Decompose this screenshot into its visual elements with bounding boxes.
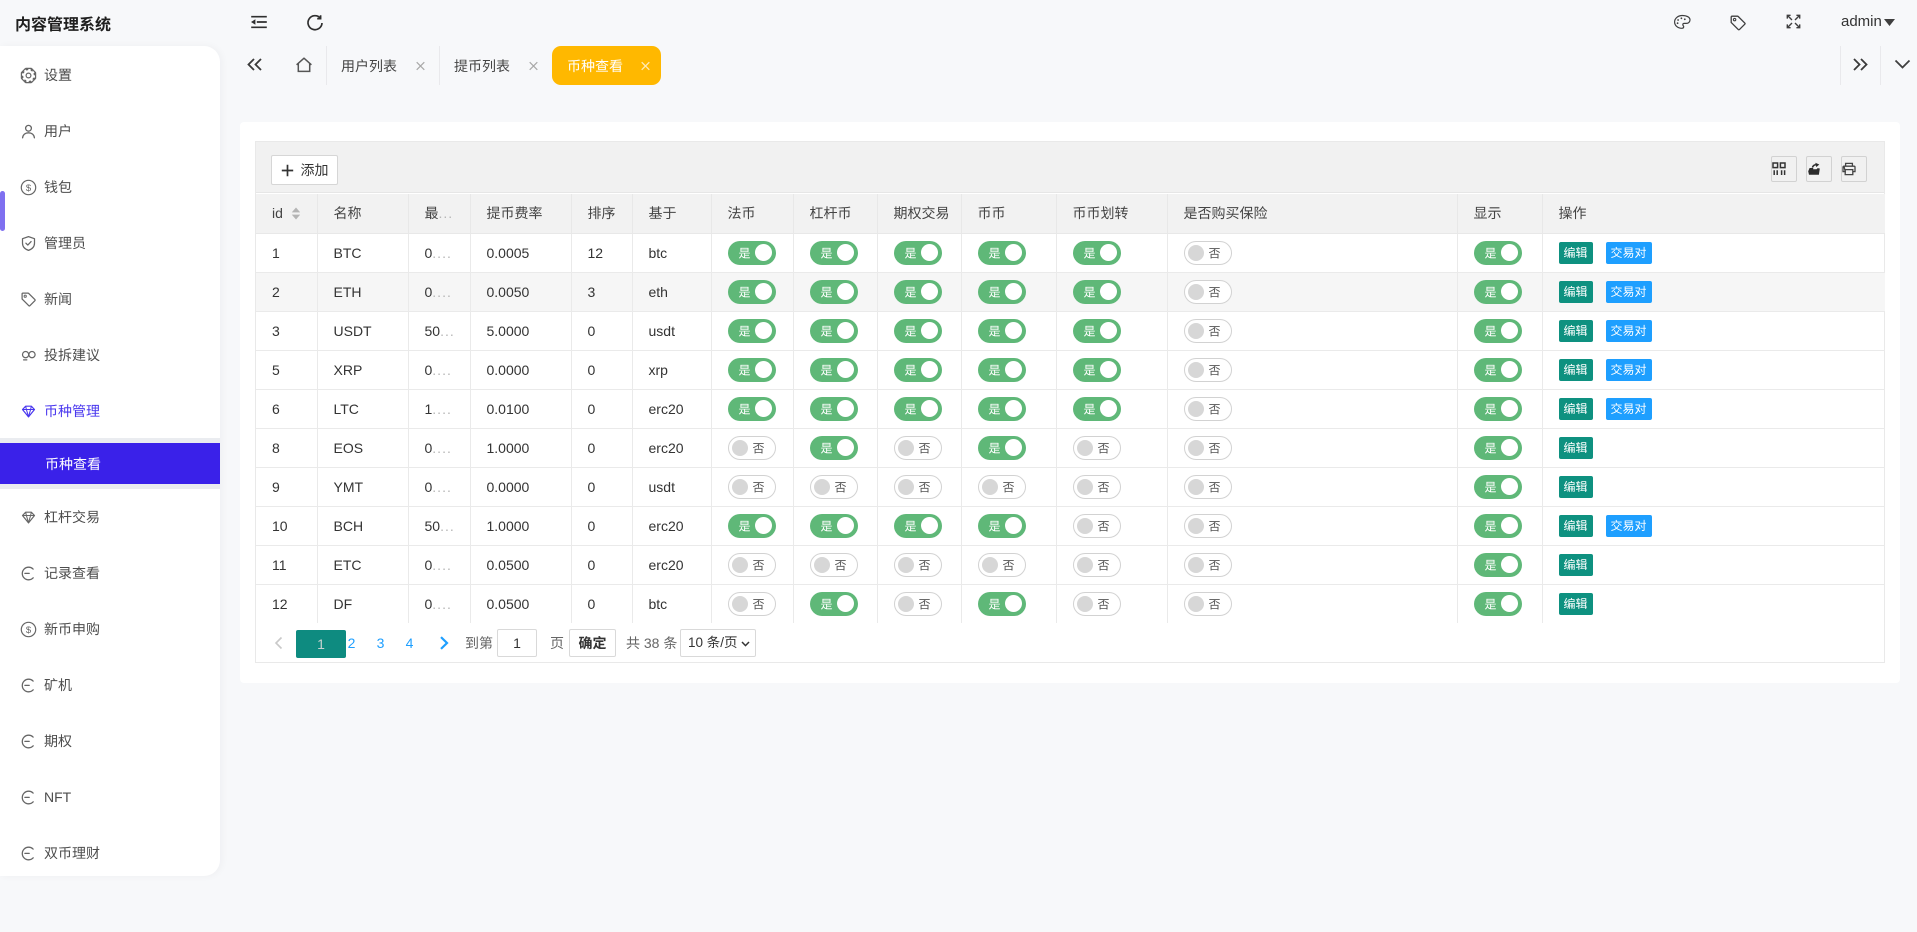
svg-text:$: $ <box>26 183 32 194</box>
svg-text:$: $ <box>26 625 32 636</box>
